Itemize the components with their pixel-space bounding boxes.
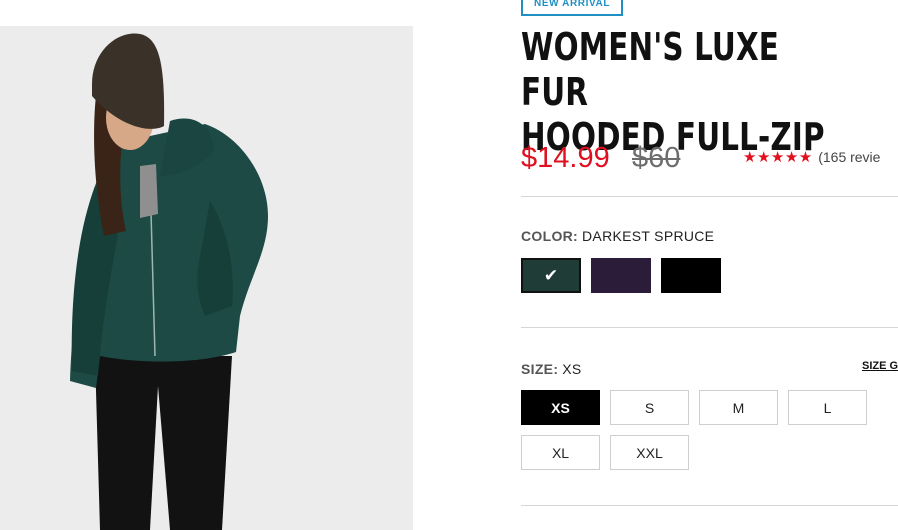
size-option-m[interactable]: M	[699, 390, 778, 425]
size-option-xxl[interactable]: XXL	[610, 435, 689, 470]
original-price: $60	[632, 142, 681, 174]
color-label-key: COLOR:	[521, 228, 579, 244]
color-swatches: ✔	[521, 258, 721, 293]
color-label: COLOR: DARKEST SPRUCE	[521, 228, 714, 244]
divider	[521, 196, 898, 197]
product-title-line-1: WOMEN'S LUXE FUR	[521, 25, 780, 114]
divider	[521, 327, 898, 328]
product-image[interactable]	[0, 26, 413, 530]
sale-price: $14.99	[521, 142, 610, 174]
price-row: $14.99 $60 ★★★★★ (165 revie	[521, 140, 898, 180]
size-label: SIZE: XS	[521, 361, 582, 377]
check-icon: ✔	[543, 265, 559, 285]
color-swatch-purple[interactable]	[591, 258, 651, 293]
size-option-s[interactable]: S	[610, 390, 689, 425]
review-count-link[interactable]: (165 revie	[818, 149, 880, 165]
color-swatch-darkest-spruce[interactable]: ✔	[521, 258, 581, 293]
new-arrival-badge: NEW ARRIVAL	[521, 0, 624, 16]
size-guide-link[interactable]: SIZE G	[862, 360, 898, 372]
rating-summary[interactable]: ★★★★★ (165 revie	[743, 148, 880, 167]
color-swatch-black[interactable]	[661, 258, 721, 293]
divider	[521, 505, 898, 506]
star-rating-icon: ★★★★★	[743, 149, 813, 166]
size-option-l[interactable]: L	[788, 390, 867, 425]
selected-size-name: XS	[562, 361, 582, 377]
size-label-key: SIZE:	[521, 361, 559, 377]
size-option-xs[interactable]: XS	[521, 390, 600, 425]
size-option-xl[interactable]: XL	[521, 435, 600, 470]
size-options: XS S M L XL XXL	[521, 390, 898, 470]
selected-color-name: DARKEST SPRUCE	[582, 228, 715, 244]
model-illustration	[70, 33, 268, 530]
